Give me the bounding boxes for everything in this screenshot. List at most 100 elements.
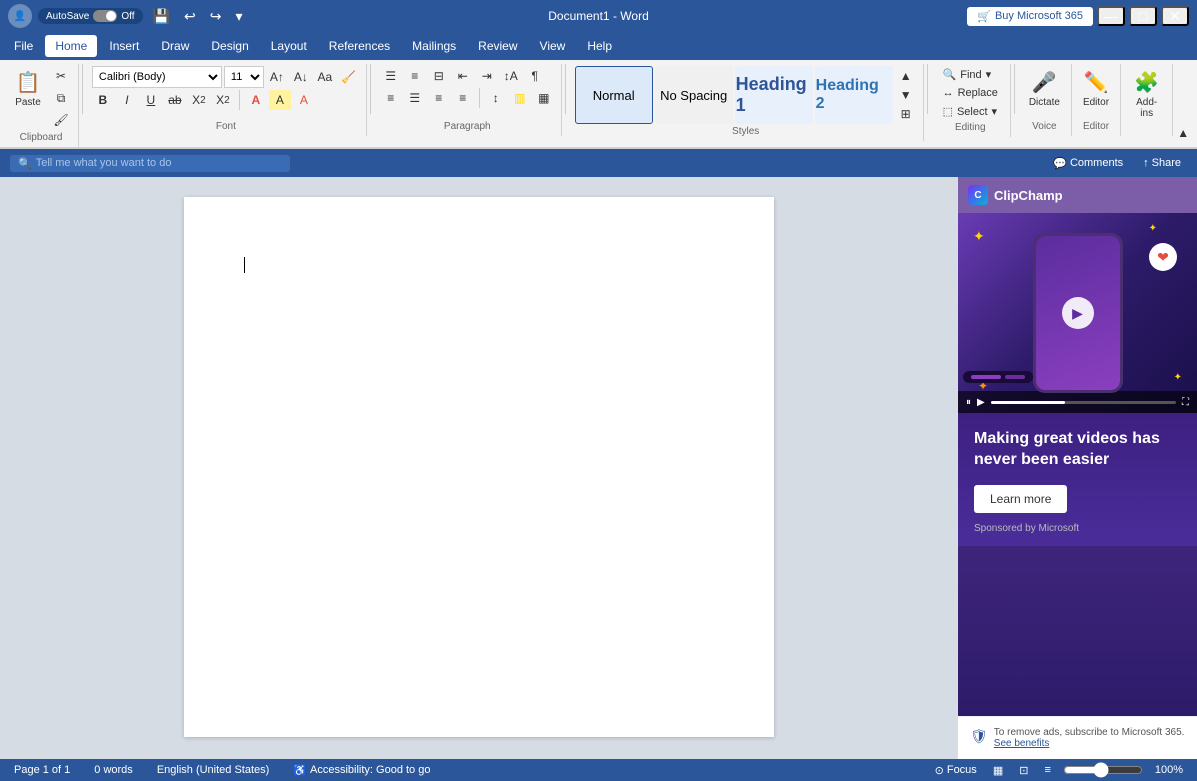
pause-icon[interactable]: ⏸ [966,397,971,408]
font-content: Calibri (Body) 11 A↑ A↓ Aa 🧹 B I U [92,66,360,119]
learn-more-button[interactable]: Learn more [974,485,1067,513]
style-normal[interactable]: Normal [575,66,653,124]
fullscreen-icon[interactable]: ⛶ [1182,397,1189,408]
document-page[interactable] [184,197,774,737]
subscript-button[interactable]: X2 [188,90,210,110]
menu-file[interactable]: File [4,35,43,57]
font-family-select[interactable]: Calibri (Body) [92,66,222,88]
styles-scroll-up[interactable]: ▲ [895,66,917,85]
font-size-select[interactable]: 11 [224,66,264,88]
comments-button[interactable]: 💬 Comments [1047,155,1129,172]
floating-card [963,371,1033,383]
change-case-button[interactable]: Aa [314,67,336,87]
italic-button[interactable]: I [116,90,138,110]
find-button[interactable]: 🔍 Find ▾ [937,66,1004,83]
save-button[interactable]: 💾 [149,6,174,27]
customize-qa-button[interactable]: ▾ [231,6,246,27]
play-button[interactable]: ▶ [1062,297,1094,329]
format-painter-button[interactable]: 🖌 [50,110,72,130]
clear-format-button[interactable]: 🧹 [338,67,360,87]
style-heading1[interactable]: Heading 1 [735,66,813,124]
menu-design[interactable]: Design [201,35,258,57]
see-benefits-link[interactable]: See benefits [994,738,1050,749]
align-left-button[interactable]: ≡ [380,88,402,108]
accessibility-button[interactable]: ♿ Accessibility: Good to go [289,763,434,778]
show-marks-button[interactable]: ¶ [524,66,546,86]
multilevel-button[interactable]: ⊟ [428,66,450,86]
buy-microsoft-button[interactable]: 🛒 Buy Microsoft 365 [967,7,1093,26]
increase-indent-button[interactable]: ⇥ [476,66,498,86]
menu-draw[interactable]: Draw [151,35,199,57]
numbering-button[interactable]: ≡ [404,66,426,86]
layout-read-button[interactable]: ≡ [1040,763,1054,777]
highlight-button[interactable]: A [269,90,291,110]
menu-home[interactable]: Home [45,35,97,57]
collapse-ribbon-button[interactable]: ▲ [1173,123,1193,143]
zoom-slider[interactable] [1063,762,1143,778]
copy-button[interactable]: ⧉ [50,88,72,108]
layout-normal-button[interactable]: ▦ [989,763,1007,778]
play-small-icon[interactable]: ▶ [977,397,985,408]
replace-button[interactable]: ↔ Replace [937,85,1004,101]
styles-more[interactable]: ⊞ [895,105,917,124]
styles-section: Normal No Spacing Heading 1 Heading 2 ▲ … [575,66,917,124]
shading-button[interactable]: ▥ [509,88,531,108]
select-button[interactable]: ⬚ Select ▾ [937,103,1004,120]
dictate-button[interactable]: 🎤 Dictate [1024,66,1065,112]
menu-references[interactable]: References [319,35,400,57]
menu-insert[interactable]: Insert [99,35,149,57]
increase-font-button[interactable]: A↑ [266,67,288,87]
layout-web-button[interactable]: ⊡ [1015,763,1032,778]
justify-button[interactable]: ≡ [452,88,474,108]
close-button[interactable]: ✕ [1161,6,1189,26]
redo-button[interactable]: ↪ [206,6,226,27]
menu-view[interactable]: View [530,35,576,57]
document-area[interactable] [0,177,957,759]
page-info[interactable]: Page 1 of 1 [10,763,74,777]
minimize-button[interactable]: — [1097,6,1125,26]
maximize-button[interactable]: □ [1129,6,1157,26]
word-count[interactable]: 0 words [90,763,137,777]
menu-mailings[interactable]: Mailings [402,35,466,57]
menu-review[interactable]: Review [468,35,527,57]
progress-bar[interactable] [991,401,1176,404]
sort-button[interactable]: ↕A [500,66,522,86]
style-heading2[interactable]: Heading 2 [815,66,893,124]
words-label: 0 words [94,764,133,776]
decrease-indent-button[interactable]: ⇤ [452,66,474,86]
layout-normal-icon: ▦ [993,764,1003,777]
strikethrough-button[interactable]: ab [164,90,186,110]
avatar[interactable]: 👤 [8,4,32,28]
addins-button[interactable]: 🧩 Add-ins [1127,66,1166,123]
styles-scroll-down[interactable]: ▼ [895,85,917,104]
language-button[interactable]: English (United States) [153,763,274,777]
bold-button[interactable]: B [92,90,114,110]
bullets-button[interactable]: ☰ [380,66,402,86]
align-center-button[interactable]: ☰ [404,88,426,108]
buy-label: Buy Microsoft 365 [995,10,1083,22]
divider-5 [1014,64,1015,114]
learn-more-label: Learn more [990,492,1051,506]
menu-help[interactable]: Help [577,35,622,57]
align-right-button[interactable]: ≡ [428,88,450,108]
style-nospacing[interactable]: No Spacing [655,66,733,124]
menu-layout[interactable]: Layout [261,35,317,57]
share-button[interactable]: ↑ Share [1137,155,1187,171]
text-effects-button[interactable]: A [245,90,267,110]
cut-button[interactable]: ✂ [50,66,72,86]
undo-button[interactable]: ↩ [180,6,200,27]
video-controls: ⏸ ▶ ⛶ [958,391,1197,413]
decrease-font-button[interactable]: A↓ [290,67,312,87]
autosave-badge: AutoSave Off [38,8,143,24]
focus-button[interactable]: ⊙ Focus [931,763,981,778]
zoom-level[interactable]: 100% [1151,763,1187,777]
line-spacing-button[interactable]: ↕ [485,88,507,108]
borders-button[interactable]: ▦ [533,88,555,108]
paste-button[interactable]: 📋 Paste [10,66,46,112]
underline-button[interactable]: U [140,90,162,110]
autosave-toggle[interactable] [93,10,117,22]
editor-button[interactable]: ✏️ Editor [1078,66,1114,112]
search-input[interactable] [36,157,256,169]
font-color-button[interactable]: A [293,90,315,110]
superscript-button[interactable]: X2 [212,90,234,110]
